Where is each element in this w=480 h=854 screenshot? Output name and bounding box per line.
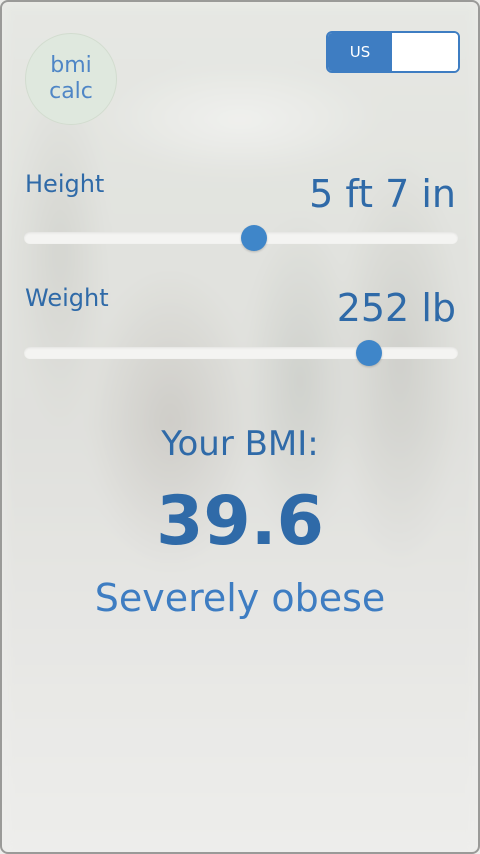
unit-toggle-label: US <box>349 43 371 61</box>
weight-value: 252 lb <box>336 286 456 330</box>
height-slider[interactable] <box>24 225 458 251</box>
height-slider-thumb[interactable] <box>241 225 268 251</box>
logo-line-1: bmi <box>50 53 92 78</box>
app-logo: bmi calc <box>25 33 117 125</box>
height-value: 5 ft 7 in <box>309 172 456 216</box>
height-label: Height <box>25 170 105 198</box>
weight-slider-thumb[interactable] <box>356 340 383 366</box>
app-screen: bmi calc US Height 5 ft 7 in Weight 252 … <box>0 0 480 854</box>
bmi-title: Your BMI: <box>161 424 319 464</box>
bmi-classification: Severely obese <box>94 576 386 620</box>
unit-toggle[interactable]: US <box>326 31 460 73</box>
logo-line-2: calc <box>49 79 93 104</box>
unit-toggle-unselected[interactable] <box>392 33 458 71</box>
weight-label: Weight <box>25 284 109 312</box>
unit-toggle-selected[interactable]: US <box>328 33 392 71</box>
weight-slider[interactable] <box>24 340 458 366</box>
bmi-value: 39.6 <box>156 482 324 561</box>
